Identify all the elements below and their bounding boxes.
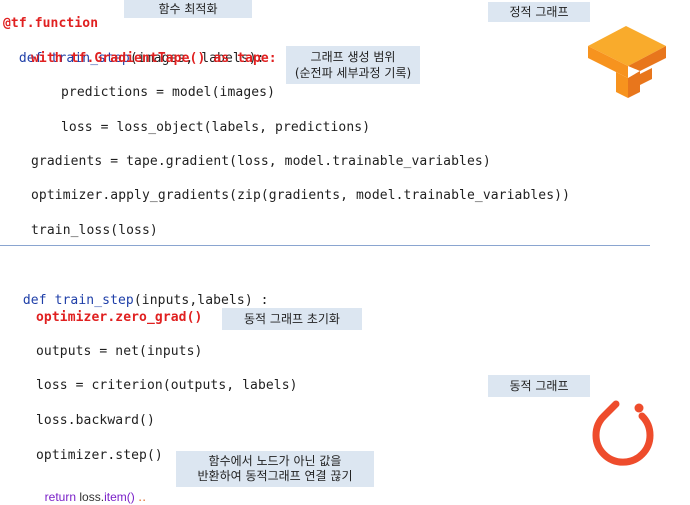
return-tail: ‥ (134, 490, 147, 504)
label-dynamic-graph: 동적 그래프 (488, 375, 590, 397)
label-static-graph: 정적 그래프 (488, 2, 590, 22)
tf-loss-line: loss = loss_object(labels, predictions) (61, 120, 371, 135)
tf-apply-gradients-line: optimizer.apply_gradients(zip(gradients,… (31, 188, 571, 203)
tf-gradients-line: gradients = tape.gradient(loss, model.tr… (31, 154, 491, 169)
return-keyword: return (44, 490, 77, 504)
label-detach-line2: 반환하여 동적그래프 연결 끊기 (197, 469, 353, 483)
label-graph-scope-line2: (순전파 세부과정 기록) (294, 66, 412, 80)
torch-outputs-line: outputs = net(inputs) (36, 344, 203, 359)
label-graph-scope: 그래프 생성 범위 (순전파 세부과정 기록) (286, 46, 420, 84)
tf-gradienttape-line: with tf.GradientTape() as tape: (31, 51, 277, 66)
tf-decorator-line: @tf.function (3, 16, 99, 31)
torch-loss-line: loss = criterion(outputs, labels) (36, 378, 298, 393)
label-function-optimization: 함수 최적화 (124, 0, 252, 18)
torch-backward-line: loss.backward() (36, 413, 155, 428)
tf-predictions-line: predictions = model(images) (61, 85, 276, 100)
section-divider (0, 245, 650, 246)
function-name: train_step (54, 293, 134, 308)
torch-def-line: def train_step(inputs,labels) : (7, 274, 269, 310)
tf-train-loss-line: train_loss(loss) (31, 223, 158, 238)
return-item: item() (104, 490, 135, 504)
label-detach-line1: 함수에서 노드가 아닌 값을 (208, 454, 342, 468)
return-loss: loss. (79, 490, 105, 504)
label-graph-scope-line1: 그래프 생성 범위 (310, 50, 396, 64)
pytorch-logo-icon (592, 400, 654, 466)
torch-zero-grad-line: optimizer.zero_grad() (36, 310, 203, 325)
tensorflow-logo-icon (588, 26, 666, 98)
torch-return-line: return loss.item() ‥ (38, 473, 146, 505)
def-keyword: def (22, 293, 47, 308)
torch-step-line: optimizer.step() (36, 448, 163, 463)
function-args: (inputs,labels) : (133, 293, 269, 308)
label-dynamic-graph-init: 동적 그래프 초기화 (222, 308, 362, 330)
label-detach-graph: 함수에서 노드가 아닌 값을 반환하여 동적그래프 연결 끊기 (176, 451, 374, 487)
